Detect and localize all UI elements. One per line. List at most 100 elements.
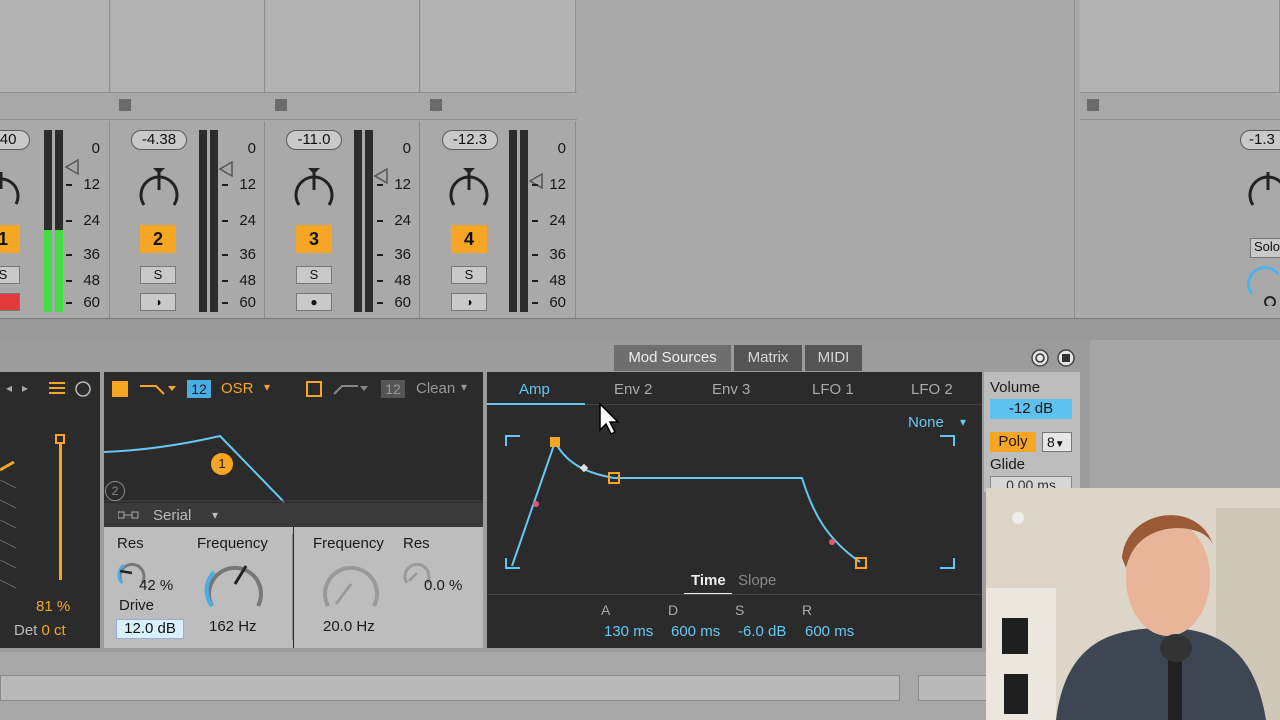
db-tick-label: 48 [394,272,411,289]
filter2-badge[interactable]: 2 [105,481,125,501]
global-volume-value[interactable]: -12 dB [990,399,1072,419]
track-activator-2[interactable]: 2 [140,225,176,253]
detune-readout[interactable]: Det 0 ct [14,622,66,639]
track-activator-1[interactable]: 1 [0,225,20,253]
view-slope[interactable]: Slope [738,572,776,589]
tab-env2[interactable]: Env 2 [614,381,652,398]
presenter-video-icon [986,488,1280,720]
freq2-knob-icon[interactable] [318,558,384,614]
clip-slot[interactable] [266,0,420,92]
track-volume[interactable]: .40 [0,130,30,150]
arm-button[interactable]: ● [296,293,332,311]
tab-amp[interactable]: Amp [519,381,550,398]
save-preset-icon[interactable] [1056,348,1076,368]
poly-button[interactable]: Poly [990,432,1036,452]
pan-knob-icon[interactable] [0,168,22,210]
arm-button[interactable]: ◑ [451,293,487,311]
tab-env3[interactable]: Env 3 [712,381,750,398]
chevron-down-icon[interactable]: ▾ [212,508,218,522]
sustain-value[interactable]: -6.0 dB [738,623,786,640]
clip-slot[interactable] [421,0,576,92]
tab-mod-sources[interactable]: Mod Sources [614,345,731,371]
drive-label: Drive [119,597,155,614]
voices-select[interactable]: 8▼ [1042,432,1072,452]
db-tick-label: 60 [239,294,256,311]
stop-clip-button[interactable] [119,99,131,111]
res1-value[interactable]: 42 % [139,577,173,594]
stop-clip-button[interactable] [275,99,287,111]
attack-value[interactable]: 130 ms [604,623,653,640]
routing-select[interactable]: Serial [153,507,191,524]
pan-knob-icon[interactable] [137,168,181,212]
tab-matrix[interactable]: Matrix [734,345,802,371]
filter-type-icon[interactable] [138,380,176,398]
hot-swap-icon[interactable] [1030,348,1050,368]
solo-button[interactable]: S [451,266,487,284]
filter1-badge[interactable]: 1 [211,453,233,475]
track-volume[interactable]: -12.3 [442,130,498,150]
freq1-knob-icon[interactable] [202,558,268,614]
filter-response-display[interactable] [104,404,483,504]
pan-knob-icon[interactable] [292,168,336,212]
decay-value[interactable]: 600 ms [671,623,720,640]
filter1-circuit[interactable]: OSR [221,380,254,397]
db-tick-label: 0 [91,140,100,157]
horizontal-scrollbar[interactable] [0,675,900,701]
clip-slot[interactable] [111,0,265,92]
filter2-circuit[interactable]: Clean [416,380,455,397]
filter1-toggle[interactable] [112,381,128,397]
envelope-display[interactable] [500,430,970,576]
freq2-value[interactable]: 20.0 Hz [323,618,375,635]
res2-value[interactable]: 0.0 % [424,577,462,594]
mod-destination[interactable]: None [908,414,944,431]
level-slider[interactable] [59,440,62,580]
arm-button[interactable]: ◑ [140,293,176,311]
chevron-down-icon[interactable]: ▾ [461,380,467,394]
solo-button[interactable]: S [0,266,20,284]
clip-slot[interactable] [0,0,110,92]
empty-track-area [577,0,1075,318]
arm-button[interactable] [0,293,20,311]
pan-knob-icon[interactable] [447,168,491,212]
next-arrow-icon[interactable]: ▸ [22,381,28,395]
prev-arrow-icon[interactable]: ◂ [6,381,12,395]
circle-toggle-icon[interactable] [74,380,92,398]
track-activator-4[interactable]: 4 [451,225,487,253]
slider-handle[interactable] [55,434,65,444]
track-volume[interactable]: -11.0 [286,130,342,150]
db-tick-label: 12 [239,176,256,193]
solo-button[interactable]: S [296,266,332,284]
release-value[interactable]: 600 ms [805,623,854,640]
chevron-down-icon[interactable]: ▾ [960,415,966,429]
master-volume[interactable]: -1.3 [1240,130,1280,150]
drive-value[interactable]: 12.0 dB [116,619,184,639]
stop-clip-button[interactable] [1087,99,1099,111]
level-meter [520,130,528,312]
tab-midi[interactable]: MIDI [805,345,862,371]
list-icon[interactable] [48,381,66,397]
track-volume[interactable]: -4.38 [131,130,187,150]
track-activator-3[interactable]: 3 [296,225,332,253]
filter2-slope[interactable]: 12 [381,380,405,398]
chevron-down-icon[interactable]: ▾ [264,380,270,394]
solo-button[interactable]: Solo [1250,238,1280,258]
cue-volume-knob-icon[interactable] [1246,266,1280,306]
tab-lfo2[interactable]: LFO 2 [911,381,953,398]
mouse-cursor-icon [599,402,620,436]
clip-slot[interactable] [1080,0,1280,92]
view-time[interactable]: Time [691,572,726,589]
filter2-toggle[interactable] [306,381,322,397]
db-tick-label: 36 [83,246,100,263]
db-tick-label: 12 [549,176,566,193]
freq1-value[interactable]: 162 Hz [209,618,257,635]
freq2-label: Frequency [313,535,384,552]
filter1-slope[interactable]: 12 [187,380,211,398]
volume-fader-icon[interactable] [64,158,80,176]
pan-knob-icon[interactable] [1246,168,1280,212]
tab-lfo1[interactable]: LFO 1 [812,381,854,398]
level-value[interactable]: 81 % [36,598,70,615]
solo-button[interactable]: S [140,266,176,284]
stop-clip-button[interactable] [430,99,442,111]
detune-value: 0 ct [41,622,66,639]
filter-type-icon[interactable] [332,380,370,398]
